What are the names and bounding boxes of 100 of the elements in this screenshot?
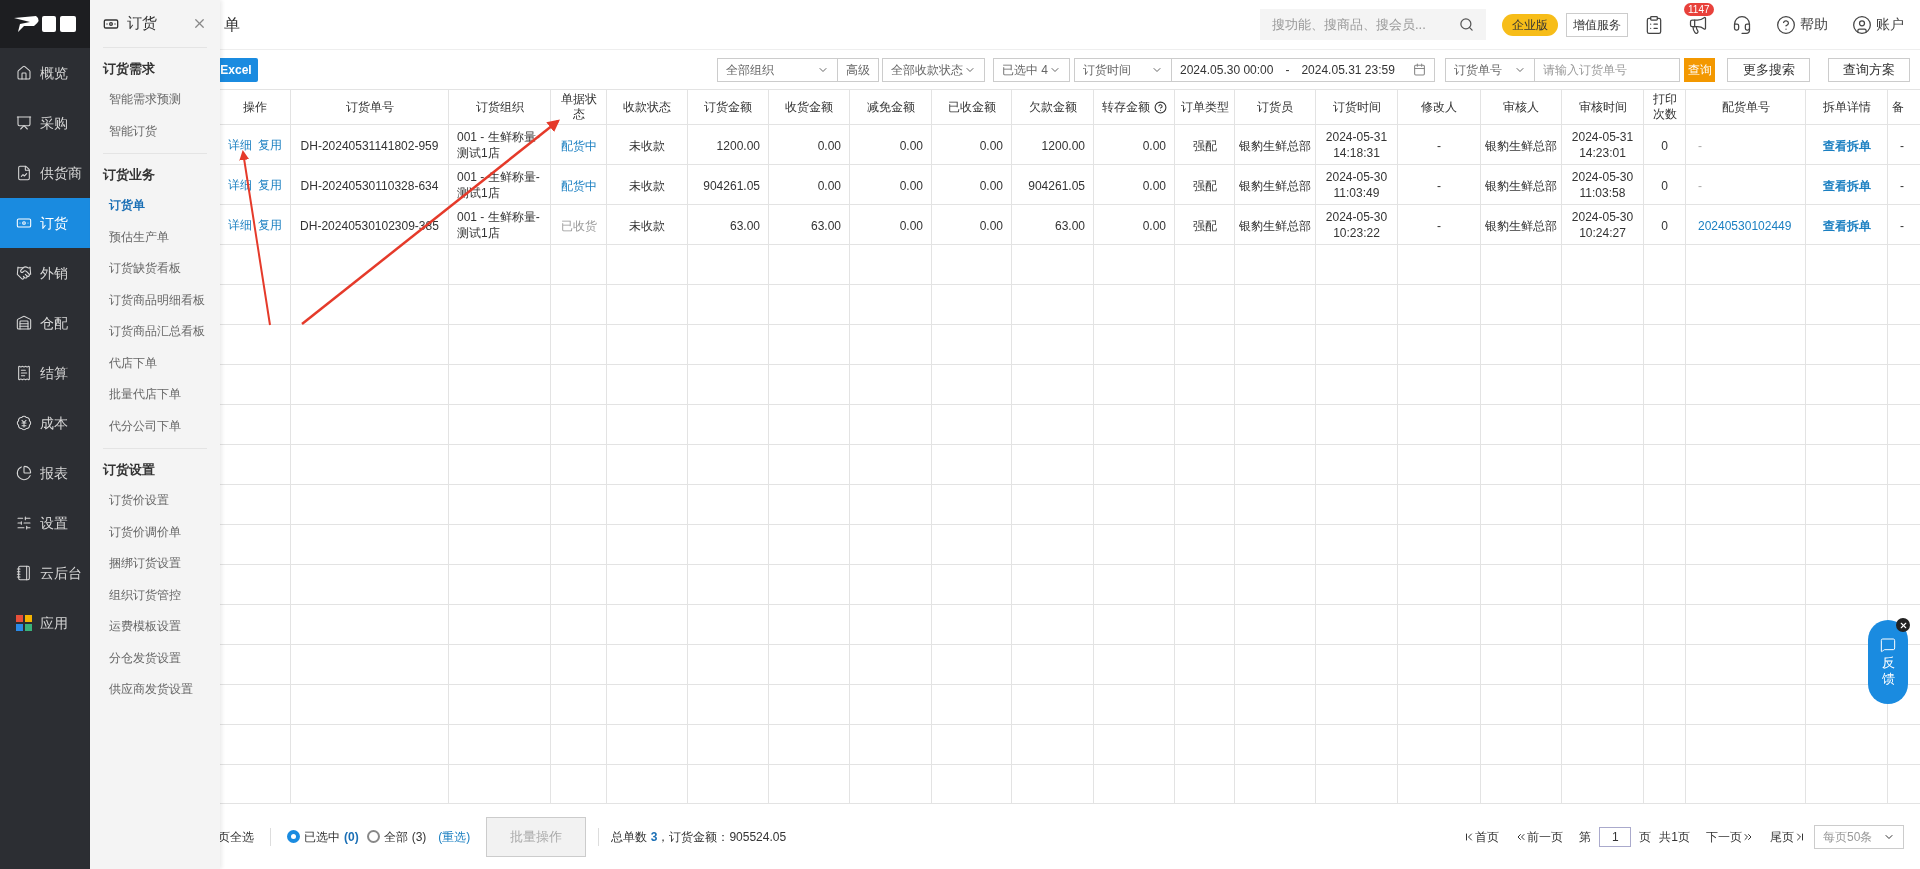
sidebar-item[interactable]: 报表 — [0, 448, 90, 498]
column-header: 修改人 — [1397, 89, 1481, 125]
last-page-link[interactable]: 尾页 — [1770, 827, 1806, 846]
auditor: 银豹生鲜总部 — [1485, 178, 1557, 193]
submenu-item[interactable]: 订货价设置 — [103, 485, 207, 517]
submenu-item[interactable]: 代分公司下单 — [103, 410, 207, 442]
value-added-button[interactable]: 增值服务 — [1566, 12, 1628, 37]
action-link[interactable]: 复用 — [257, 175, 282, 194]
sidebar-item[interactable]: 概览 — [0, 48, 90, 98]
number-type-select[interactable]: 订货单号 — [1445, 57, 1535, 82]
chat-icon — [1880, 637, 1896, 654]
next-page-link[interactable]: 下一页 — [1706, 827, 1754, 846]
column-header: 减免金额 — [849, 89, 932, 125]
reselect-link[interactable]: (重选) — [438, 827, 471, 846]
submenu-item[interactable]: 预估生产单 — [103, 221, 207, 253]
sidebar-item[interactable]: 设置 — [0, 498, 90, 548]
print-count: 0 — [1661, 178, 1668, 193]
house-icon — [16, 65, 32, 81]
action-link[interactable]: 复用 — [257, 215, 282, 234]
org-select[interactable]: 全部组织 — [717, 57, 838, 82]
column-header: 拆单详情 — [1805, 89, 1888, 125]
submenu-item[interactable]: 智能需求预测 — [103, 84, 207, 116]
submenu-item[interactable]: 组织订货管控 — [103, 579, 207, 611]
sidebar-item[interactable]: 仓配 — [0, 298, 90, 348]
submenu-section-title: 订货设置 — [103, 461, 156, 480]
query-scheme-button[interactable]: 查询方案 — [1828, 57, 1910, 82]
modifier: - — [1437, 138, 1441, 153]
column-header: 配货单号 — [1685, 89, 1806, 125]
submenu-section-title: 订货需求 — [103, 60, 156, 79]
close-icon[interactable] — [192, 16, 207, 31]
submenu-item[interactable]: 分仓发货设置 — [103, 642, 207, 674]
scope-radio[interactable]: 已选中 (0) — [287, 827, 359, 846]
action-link[interactable]: 详细 — [227, 135, 252, 154]
amount: 0.00 — [979, 138, 1003, 153]
sidebar-item[interactable]: 订货 — [0, 198, 90, 248]
submenu-item[interactable]: 订货商品明细看板 — [103, 284, 207, 316]
amount: 63.00 — [729, 218, 760, 233]
first-page-link[interactable]: 首页 — [1463, 827, 1500, 846]
submenu-item[interactable]: 订货单 — [103, 190, 207, 222]
order-time: 2024-05-30 10:23:22 — [1324, 208, 1389, 241]
submenu-item[interactable]: 订货商品汇总看板 — [103, 316, 207, 348]
clipboard-icon[interactable] — [1644, 14, 1664, 35]
close-badge[interactable] — [1896, 618, 1910, 632]
amount: 0.00 — [1142, 178, 1166, 193]
org-name: 001 - 生鲜称量-测试1店 — [456, 128, 541, 161]
amount: 63.00 — [810, 218, 841, 233]
submenu-item[interactable]: 智能订货 — [103, 115, 207, 147]
pie-chart-icon — [16, 465, 32, 481]
warehouse-icon — [16, 315, 32, 331]
sidebar-item[interactable]: 采购 — [0, 98, 90, 148]
pay-status-select[interactable]: 全部收款状态 — [882, 57, 985, 82]
more-search-button[interactable]: 更多搜索 — [1727, 57, 1810, 82]
column-header: 订货金额 — [687, 89, 769, 125]
feedback-button[interactable]: 反馈 — [1868, 620, 1908, 704]
print-count: 0 — [1661, 138, 1668, 153]
date-range-field[interactable]: 2024.05.30 00:00 - 2024.05.31 23:59 — [1172, 57, 1435, 82]
column-header: 单据状态 — [550, 89, 607, 125]
submenu-item[interactable]: 代店下单 — [103, 347, 207, 379]
doc-status: 已收货 — [560, 218, 597, 233]
amount: 0.00 — [899, 218, 923, 233]
submenu-item[interactable]: 订货价调价单 — [103, 516, 207, 548]
submenu-item[interactable]: 运费模板设置 — [103, 611, 207, 643]
time-type-select[interactable]: 订货时间 — [1074, 57, 1172, 82]
order-type: 强配 — [1192, 218, 1217, 233]
advanced-button[interactable]: 高级 — [838, 57, 879, 82]
dispatch-number: - — [1697, 178, 1702, 193]
sidebar-item[interactable]: 外销 — [0, 248, 90, 298]
action-link[interactable]: 复用 — [257, 135, 282, 154]
doc-status-select[interactable]: 已选中 4 — [993, 57, 1070, 82]
scope-radio[interactable]: 全部 (3) — [366, 827, 427, 846]
account-button[interactable]: 账户 — [1852, 14, 1904, 35]
audit-time: 2024-05-30 11:03:58 — [1570, 168, 1635, 201]
column-header: 收款状态 — [606, 89, 688, 125]
page-size-select[interactable]: 每页50条 — [1814, 824, 1904, 849]
order-number-field[interactable]: 请输入订货单号 — [1535, 57, 1680, 82]
action-link[interactable]: 详细 — [227, 215, 252, 234]
column-header: 订货员 — [1234, 89, 1316, 125]
sidebar-item[interactable]: 云后台 — [0, 548, 90, 598]
amount: 0.00 — [817, 138, 841, 153]
speaker-icon[interactable] — [1688, 14, 1708, 35]
headset-icon[interactable] — [1732, 14, 1752, 35]
search-field[interactable]: 搜功能、搜商品、搜会员... — [1260, 9, 1486, 40]
submenu-section-title: 订货业务 — [103, 166, 156, 185]
prev-page-link[interactable]: 前一页 — [1515, 827, 1564, 846]
column-header: 打印次数 — [1643, 89, 1686, 125]
modifier: - — [1437, 218, 1441, 233]
submenu-item[interactable]: 批量代店下单 — [103, 379, 207, 411]
page-total: 共1页 — [1659, 828, 1690, 846]
submenu-item[interactable]: 供应商发货设置 — [103, 674, 207, 706]
calendar-icon — [1413, 63, 1426, 76]
page-field[interactable]: 1 — [1599, 826, 1632, 847]
sliders-icon — [16, 515, 32, 531]
sidebar-item[interactable]: 成本 — [0, 398, 90, 448]
submenu-item[interactable]: 捆绑订货设置 — [103, 548, 207, 580]
sidebar-item[interactable]: 应用 — [0, 598, 90, 648]
select-page-label: 页全选 — [218, 827, 271, 846]
submenu-item[interactable]: 订货缺货看板 — [103, 253, 207, 285]
help-button[interactable]: 帮助 — [1776, 14, 1828, 35]
sidebar-item[interactable]: 供货商 — [0, 148, 90, 198]
sidebar-item[interactable]: 结算 — [0, 348, 90, 398]
